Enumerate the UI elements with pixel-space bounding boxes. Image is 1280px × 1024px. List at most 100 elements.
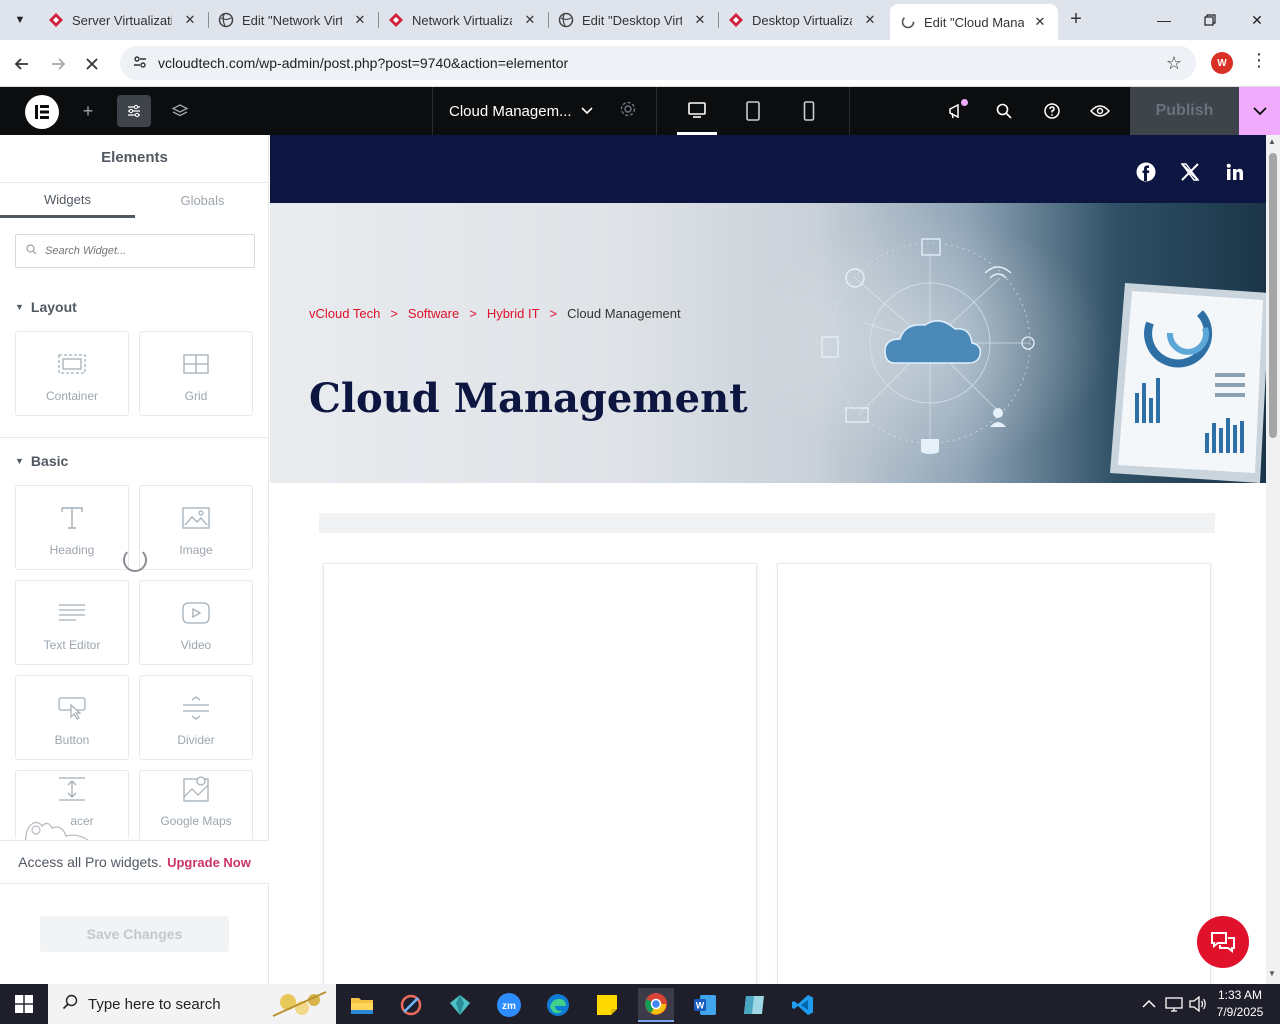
widget-divider[interactable]: Divider [139, 675, 253, 760]
mobile-device-icon[interactable] [789, 95, 829, 127]
word-app-icon[interactable]: W [687, 988, 723, 1022]
chevron-down-icon [581, 104, 593, 118]
new-tab-button[interactable]: + [1064, 8, 1088, 32]
browser-tab-title: Edit "Desktop Virtu [582, 12, 682, 28]
profile-avatar[interactable]: W [1211, 52, 1233, 74]
browser-toolbar: vcloudtech.com/wp-admin/post.php?post=97… [0, 40, 1280, 87]
upgrade-now-link[interactable]: Upgrade Now [167, 855, 251, 870]
linkedin-icon[interactable] [1224, 161, 1246, 183]
widget-search-box[interactable] [15, 234, 255, 268]
taskbar-search-box[interactable]: Type here to search [48, 984, 336, 1024]
browser-tab-1[interactable]: Server Virtualizatio ✕ [38, 4, 208, 36]
browser-tab-4[interactable]: Edit "Desktop Virtu ✕ [548, 4, 718, 36]
tab-search-button[interactable]: ▼ [6, 6, 34, 34]
widget-video[interactable]: Video [139, 580, 253, 665]
category-basic[interactable]: ▼ Basic [15, 453, 68, 469]
scroll-down-icon[interactable]: ▼ [1268, 969, 1276, 978]
preview-scrollbar[interactable]: ▲ ▼ [1266, 135, 1280, 984]
widget-search-input[interactable] [45, 245, 235, 257]
tab-widgets[interactable]: Widgets [0, 183, 135, 218]
breadcrumb-separator: > [390, 306, 398, 321]
close-icon[interactable]: ✕ [352, 12, 368, 28]
breadcrumb-current: Cloud Management [567, 306, 681, 321]
widget-container[interactable]: Container [15, 331, 129, 416]
page-title[interactable]: Cloud Management [309, 375, 748, 422]
document-title-dropdown[interactable]: Cloud Managem... [432, 87, 657, 135]
address-bar[interactable]: vcloudtech.com/wp-admin/post.php?post=97… [120, 46, 1196, 80]
document-title: Cloud Managem... [449, 102, 572, 120]
content-card-left[interactable] [323, 563, 757, 984]
show-hidden-icons-chevron[interactable] [1142, 984, 1156, 1024]
category-layout[interactable]: ▼ Layout [15, 299, 77, 315]
site-settings-sliders-icon[interactable] [117, 95, 151, 127]
widget-image[interactable]: Image [139, 485, 253, 570]
content-card-right[interactable] [777, 563, 1211, 984]
close-icon[interactable]: ✕ [182, 12, 198, 28]
desktop-device-icon[interactable] [677, 95, 717, 135]
chevron-up-icon [1142, 999, 1156, 1008]
browser-tab-2[interactable]: Edit "Network Virtu ✕ [208, 4, 378, 36]
widget-grid[interactable]: Grid [139, 331, 253, 416]
scroll-up-icon[interactable]: ▲ [1268, 137, 1276, 146]
x-twitter-icon[interactable] [1179, 161, 1201, 183]
minimize-button[interactable]: — [1141, 0, 1187, 40]
vscode-icon[interactable] [785, 988, 821, 1022]
text-editor-icon [57, 600, 87, 626]
stop-button[interactable] [78, 50, 106, 78]
app-tile-icon[interactable] [736, 988, 772, 1022]
back-button[interactable] [8, 50, 36, 78]
search-icon[interactable] [988, 95, 1020, 127]
start-button[interactable] [0, 984, 48, 1024]
chrome-browser-icon[interactable] [638, 988, 674, 1022]
close-icon[interactable]: ✕ [692, 12, 708, 28]
url-text[interactable]: vcloudtech.com/wp-admin/post.php?post=97… [158, 55, 568, 71]
sticky-notes-icon[interactable] [589, 988, 625, 1022]
volume-icon[interactable] [1189, 984, 1207, 1024]
windows-taskbar: Type here to search zm W 1:33 AM 7/9/202… [0, 984, 1280, 1024]
publish-options-button[interactable] [1239, 87, 1280, 135]
widget-text-editor[interactable]: Text Editor [15, 580, 129, 665]
site-settings-icon[interactable] [128, 54, 152, 73]
close-icon[interactable]: ✕ [1032, 14, 1048, 30]
breadcrumb-link-home[interactable]: vCloud Tech [309, 306, 380, 321]
preview-eye-icon[interactable] [1084, 95, 1116, 127]
system-clock[interactable]: 1:33 AM 7/9/2025 [1210, 987, 1270, 1021]
snipping-tool-icon[interactable] [393, 988, 429, 1022]
browser-tab-3[interactable]: Network Virtualizat ✕ [378, 4, 548, 36]
edge-browser-icon[interactable] [540, 988, 576, 1022]
browser-tab-6-active[interactable]: Edit "Cloud Manag ✕ [890, 4, 1058, 40]
scrollbar-thumb[interactable] [1269, 153, 1277, 438]
add-element-icon[interactable]: + [71, 95, 105, 127]
restore-icon [1204, 14, 1216, 26]
restore-button[interactable] [1187, 0, 1233, 40]
browser-menu-icon[interactable]: ⋮ [1250, 50, 1268, 71]
tablet-device-icon[interactable] [733, 95, 773, 127]
app-diamond-icon[interactable] [442, 988, 478, 1022]
structure-layers-icon[interactable] [163, 95, 197, 127]
save-changes-button[interactable]: Save Changes [40, 916, 229, 952]
breadcrumb-link-hybrid-it[interactable]: Hybrid IT [487, 306, 540, 321]
close-icon[interactable]: ✕ [862, 12, 878, 28]
zoom-app-icon[interactable]: zm [491, 988, 527, 1022]
forward-button[interactable] [44, 50, 72, 78]
close-icon[interactable]: ✕ [522, 12, 538, 28]
chat-button[interactable] [1197, 916, 1249, 968]
file-explorer-icon[interactable] [344, 988, 380, 1022]
help-icon[interactable] [1036, 95, 1068, 127]
category-label: Basic [30, 453, 69, 469]
widget-heading[interactable]: Heading [15, 485, 129, 570]
breadcrumb-link-software[interactable]: Software [408, 306, 459, 321]
bookmark-star-icon[interactable]: ☆ [1166, 53, 1182, 74]
network-icon[interactable] [1165, 984, 1183, 1024]
publish-button[interactable]: Publish [1130, 87, 1239, 135]
notifications-megaphone-icon[interactable] [940, 95, 972, 127]
page-preview: vCloud Tech > Software > Hybrid IT > Cloud Man… [270, 135, 1266, 984]
gear-icon[interactable] [619, 100, 637, 123]
tab-globals[interactable]: Globals [135, 183, 270, 218]
browser-tab-5[interactable]: Desktop Virtualizat ✕ [718, 4, 888, 36]
facebook-icon[interactable] [1135, 161, 1157, 183]
elementor-logo-icon[interactable] [25, 95, 59, 129]
widget-google-maps[interactable]: Google Maps [139, 770, 253, 840]
close-window-button[interactable]: ✕ [1234, 0, 1280, 40]
widget-button[interactable]: Button [15, 675, 129, 760]
